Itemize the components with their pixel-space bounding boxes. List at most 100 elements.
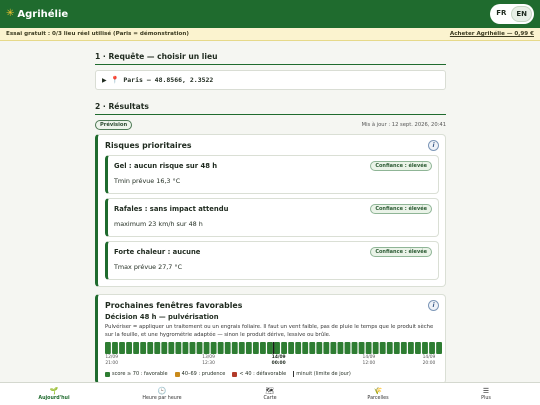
- brand[interactable]: ✳ Agrihélie: [6, 9, 68, 20]
- timeline-slot[interactable]: [302, 342, 309, 355]
- risk-detail: Tmax prévue 27,7 °C: [114, 263, 183, 271]
- timeline-slot[interactable]: [267, 342, 273, 355]
- midnight-marker: [272, 342, 275, 355]
- nav-parcels[interactable]: 🌾 Parcelles: [324, 383, 432, 405]
- timeline-slot[interactable]: [309, 342, 316, 355]
- confidence-badge: Confiance : élevée: [370, 204, 432, 214]
- legend-midnight: minuit (limite de jour): [293, 371, 351, 378]
- confidence-badge: Confiance : élevée: [370, 247, 432, 257]
- timeline-slot[interactable]: [210, 342, 217, 355]
- timeline-slot[interactable]: [407, 342, 414, 355]
- field-icon: 🌱: [49, 386, 59, 395]
- pin-icon: 📍: [110, 76, 120, 84]
- timeline-slot[interactable]: [252, 342, 259, 355]
- wheat-icon: 🌾: [373, 386, 383, 395]
- timeline-legend: score ≥ 70 : favorable 40–69 : prudence …: [105, 371, 439, 378]
- legend-favorable: score ≥ 70 : favorable: [105, 371, 168, 377]
- timeline-bar: [105, 342, 442, 355]
- trial-text: Essai gratuit : 0/3 lieu réel utilisé (P…: [6, 31, 189, 37]
- risk-title: Gel : aucun risque sur 48 h: [114, 162, 218, 170]
- nav-today[interactable]: 🌱 Aujourd'hui: [0, 383, 108, 405]
- timeline-tick-label: 12/09 21:00: [105, 355, 118, 367]
- top-bar: ✳ Agrihélie FR EN: [0, 0, 540, 28]
- timeline-slot[interactable]: [133, 342, 140, 355]
- section-query-title: 1 · Requête — choisir un lieu: [95, 52, 446, 65]
- timeline-slot[interactable]: [196, 342, 203, 355]
- timeline-slot[interactable]: [358, 342, 365, 355]
- timeline-slot[interactable]: [365, 342, 372, 355]
- timeline-slot[interactable]: [316, 342, 323, 355]
- timeline-slot[interactable]: [154, 342, 161, 355]
- timeline-ticks: 12/09 21:00 13/09 12:30 14/09 00:00 14/09 12:00…: [105, 355, 439, 368]
- timeline-slot[interactable]: [344, 342, 351, 355]
- timeline-slot[interactable]: [168, 342, 175, 355]
- timeline-slot[interactable]: [386, 342, 393, 355]
- lang-en-button[interactable]: EN: [511, 6, 532, 22]
- risk-detail: maximum 23 km/h sur 48 h: [114, 220, 203, 228]
- timeline-slot[interactable]: [393, 342, 400, 355]
- clock-icon: 🕒: [157, 386, 167, 395]
- windows-title: Prochaines fenêtres favorables: [105, 301, 243, 310]
- map-icon: 🗺: [265, 386, 275, 395]
- updated-timestamp: Mis à jour : 12 sept. 2026, 20:41: [361, 122, 446, 128]
- timeline-slot[interactable]: [231, 342, 238, 355]
- expand-triangle-icon[interactable]: ▶: [102, 77, 107, 84]
- risk-detail: Tmin prévue 16,3 °C: [114, 177, 181, 185]
- risk-title: Forte chaleur : aucune: [114, 248, 201, 256]
- risk-title: Rafales : sans impact attendu: [114, 205, 229, 213]
- windows-card: Prochaines fenêtres favorables i Décisio…: [95, 294, 446, 385]
- legend-caution: 40–69 : prudence: [174, 371, 225, 377]
- nav-hourly[interactable]: 🕒 Heure par heure: [108, 383, 216, 405]
- timeline-slot[interactable]: [281, 342, 287, 355]
- timeline-slot[interactable]: [415, 342, 421, 355]
- risk-item: Gel : aucun risque sur 48 h Confiance : …: [105, 155, 439, 194]
- timeline-slot[interactable]: [436, 342, 442, 355]
- nav-more[interactable]: ☰ Plus: [432, 383, 540, 405]
- timeline-slot[interactable]: [203, 342, 210, 355]
- timeline-slot[interactable]: [422, 342, 428, 355]
- timeline-slot[interactable]: [217, 342, 224, 355]
- timeline-slot[interactable]: [119, 342, 125, 355]
- timeline-slot[interactable]: [182, 342, 189, 355]
- menu-icon: ☰: [482, 386, 490, 395]
- timeline-slot[interactable]: [288, 342, 295, 355]
- timeline-slot[interactable]: [126, 342, 132, 355]
- timeline-slot[interactable]: [274, 342, 280, 355]
- timeline-slot[interactable]: [400, 342, 407, 355]
- section-results-title: 2 · Résultats: [95, 102, 446, 115]
- info-icon[interactable]: i: [428, 300, 439, 311]
- timeline-slot[interactable]: [337, 342, 344, 355]
- timeline-tick-label: 14/09 20:00: [422, 355, 436, 367]
- timeline-slot[interactable]: [351, 342, 358, 355]
- timeline-slot[interactable]: [112, 342, 118, 355]
- timeline-slot[interactable]: [189, 342, 196, 355]
- timeline-slot[interactable]: [224, 342, 231, 355]
- timeline-slot[interactable]: [105, 342, 111, 355]
- timeline-slot[interactable]: [372, 342, 379, 355]
- risks-card: Risques prioritaires i Gel : aucun risqu…: [95, 134, 446, 287]
- timeline-slot[interactable]: [429, 342, 435, 355]
- timeline-tick-label: 14/09 12:00: [362, 355, 376, 367]
- timeline-slot[interactable]: [323, 342, 330, 355]
- buy-link[interactable]: Acheter Agrihélie — 0,99 €: [450, 31, 534, 37]
- language-switch: FR EN: [490, 4, 534, 24]
- legend-unfavorable: < 40 : défavorable: [232, 371, 286, 377]
- timeline-slot[interactable]: [260, 342, 266, 355]
- timeline-slot[interactable]: [330, 342, 337, 355]
- location-query[interactable]: ▶ 📍 Paris — 48.8566, 2.3522: [95, 70, 446, 90]
- timeline-slot[interactable]: [161, 342, 168, 355]
- info-icon[interactable]: i: [428, 140, 439, 151]
- timeline-slot[interactable]: [140, 342, 147, 355]
- timeline-slot[interactable]: [147, 342, 154, 355]
- timeline-tick-label: 14/09 00:00: [271, 355, 286, 367]
- nav-map[interactable]: 🗺 Carte: [216, 383, 324, 405]
- sun-icon: ✳: [6, 8, 15, 19]
- timeline-slot[interactable]: [238, 342, 245, 355]
- main-content: 1 · Requête — choisir un lieu ▶ 📍 Paris …: [95, 52, 446, 385]
- lang-fr-button[interactable]: FR: [492, 6, 510, 22]
- timeline-slot[interactable]: [379, 342, 386, 355]
- spray-timeline[interactable]: [105, 342, 442, 355]
- timeline-slot[interactable]: [175, 342, 182, 355]
- timeline-slot[interactable]: [295, 342, 302, 355]
- timeline-slot[interactable]: [245, 342, 252, 355]
